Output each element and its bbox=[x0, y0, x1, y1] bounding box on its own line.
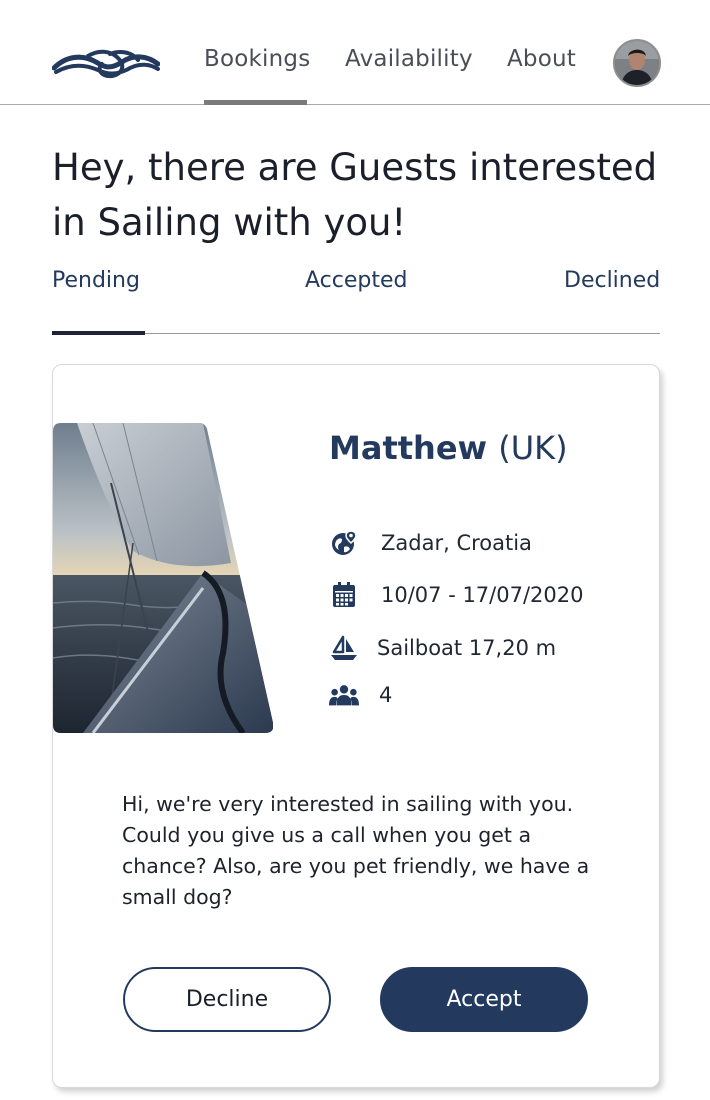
wave-logo-icon[interactable] bbox=[52, 44, 160, 80]
booking-location: Zadar, Croatia bbox=[329, 528, 532, 558]
guest-message: Hi, we're very interested in sailing wit… bbox=[122, 792, 590, 909]
top-navigation: Bookings Availability About bbox=[0, 0, 710, 105]
nav-link-about[interactable]: About bbox=[507, 46, 576, 72]
booking-dates: 10/07 - 17/07/2020 bbox=[329, 580, 583, 610]
group-icon bbox=[329, 680, 359, 710]
booking-card: Matthew (UK) Zadar, Croatia 10/07 - 17/0… bbox=[52, 364, 660, 1088]
calendar-icon bbox=[329, 580, 359, 610]
sailboat-icon bbox=[329, 633, 359, 663]
guests-count-text: 4 bbox=[379, 683, 393, 707]
location-text: Zadar, Croatia bbox=[381, 531, 532, 555]
boat-text: Sailboat 17,20 m bbox=[377, 636, 557, 660]
globe-pin-icon bbox=[329, 528, 359, 558]
guest-first-name: Matthew bbox=[329, 429, 488, 467]
user-photo-icon bbox=[615, 41, 659, 85]
booking-boat: Sailboat 17,20 m bbox=[329, 633, 556, 663]
avatar[interactable] bbox=[613, 39, 661, 87]
booking-guests: 4 bbox=[329, 680, 392, 710]
page-title: Hey, there are Guests interested in Sail… bbox=[52, 146, 658, 244]
accept-button[interactable]: Accept bbox=[380, 967, 588, 1032]
nav-active-indicator bbox=[204, 100, 307, 105]
guest-country: (UK) bbox=[498, 429, 568, 467]
bookings-page: Bookings Availability About Hey, there a… bbox=[0, 0, 710, 1100]
tab-declined[interactable]: Declined bbox=[564, 268, 660, 293]
dates-text: 10/07 - 17/07/2020 bbox=[381, 583, 584, 607]
nav-link-availability[interactable]: Availability bbox=[345, 46, 473, 72]
decline-button[interactable]: Decline bbox=[123, 967, 331, 1032]
tab-accepted[interactable]: Accepted bbox=[305, 268, 407, 293]
sailboat-photo bbox=[53, 423, 273, 733]
nav-link-bookings[interactable]: Bookings bbox=[204, 46, 310, 72]
tab-active-indicator bbox=[52, 331, 145, 335]
tab-pending[interactable]: Pending bbox=[52, 268, 140, 293]
guest-name: Matthew (UK) bbox=[329, 429, 568, 467]
